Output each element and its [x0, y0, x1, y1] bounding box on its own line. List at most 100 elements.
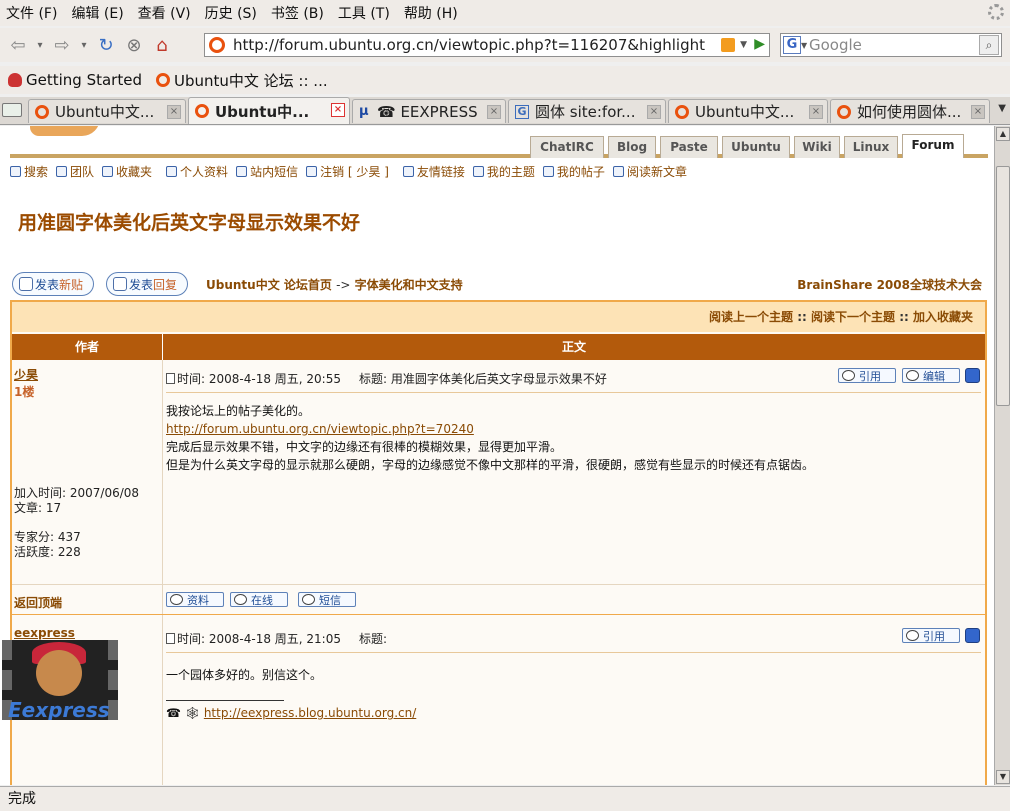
menu-view[interactable]: 查看 (V) — [138, 3, 191, 23]
edit-button[interactable]: 编辑 — [902, 368, 960, 383]
site-tab-chatirc[interactable]: ChatIRC — [530, 136, 604, 158]
menu-edit[interactable]: 编辑 (E) — [71, 3, 123, 23]
search-icon[interactable]: ⌕ — [979, 35, 999, 55]
pm-button[interactable]: 短信 — [298, 592, 356, 607]
breadcrumb-section[interactable]: 字体美化和中文支持 — [355, 278, 463, 292]
nav-search[interactable]: 搜索 — [10, 163, 48, 180]
tab-google-search[interactable]: G 圆体 site:for... × — [508, 99, 666, 123]
add-favorite-link[interactable]: 加入收藏夹 — [913, 310, 973, 324]
body-column-header: 正文 — [162, 334, 985, 360]
avatar-caption: Eexpress — [8, 698, 110, 720]
scroll-up-icon[interactable]: ▲ — [996, 127, 1010, 141]
back-to-top-link[interactable]: 返回顶端 — [14, 594, 62, 611]
nav-my-posts[interactable]: 我的帖子 — [542, 163, 605, 180]
nav-links[interactable]: 友情链接 — [402, 163, 465, 180]
breadcrumb-home[interactable]: Ubuntu中文 论坛首页 — [206, 278, 332, 292]
scroll-thumb[interactable] — [996, 166, 1010, 406]
post-separator — [12, 614, 985, 615]
prev-topic-link[interactable]: 阅读上一个主题 — [709, 310, 793, 324]
post-2-meta: 时间: 2008-4-18 周五, 21:05 标题: — [166, 630, 387, 647]
nav-messages[interactable]: 站内短信 — [236, 163, 298, 180]
nav-favorites[interactable]: 收藏夹 — [102, 163, 152, 180]
logo-swoosh-icon — [30, 126, 100, 136]
topic-navigation: 阅读上一个主题 :: 阅读下一个主题 :: 加入收藏夹 — [12, 302, 985, 332]
ubuntu-icon — [675, 104, 689, 119]
vertical-scrollbar[interactable]: ▲ ▼ — [994, 126, 1010, 785]
site-tab-blog[interactable]: Blog — [608, 136, 656, 158]
close-tab-icon[interactable]: × — [487, 105, 501, 119]
nav-my-topics[interactable]: 我的主题 — [472, 163, 535, 180]
logout-icon — [306, 165, 318, 177]
menu-help[interactable]: 帮助 (H) — [404, 3, 458, 23]
posts-icon — [542, 165, 554, 177]
nav-teams[interactable]: 团队 — [56, 163, 94, 180]
firefox-bookmark-icon — [8, 73, 22, 87]
new-tab-icon[interactable] — [2, 103, 22, 117]
stop-icon[interactable]: ⊗ — [122, 33, 146, 57]
online-button[interactable]: 在线 — [230, 592, 288, 607]
quote-icon — [842, 370, 855, 381]
quote-button[interactable]: 引用 — [838, 368, 896, 383]
nav-profile[interactable]: 个人资料 — [166, 163, 228, 180]
close-tab-icon[interactable]: × — [331, 103, 345, 117]
site-tab-linux[interactable]: Linux — [844, 136, 898, 158]
floor-number: 1楼 — [14, 385, 35, 399]
site-tab-ubuntu[interactable]: Ubuntu — [722, 136, 790, 158]
forward-icon[interactable]: ⇨ — [50, 33, 74, 57]
ip-icon[interactable] — [965, 368, 980, 383]
tab-ubuntu-active[interactable]: Ubuntu中... × — [188, 97, 350, 124]
close-tab-icon[interactable]: × — [809, 105, 823, 119]
author-name-link[interactable]: eexpress — [14, 626, 75, 640]
next-topic-link[interactable]: 阅读下一个主题 — [811, 310, 895, 324]
site-tab-wiki[interactable]: Wiki — [794, 136, 840, 158]
reload-icon[interactable]: ↻ — [94, 33, 118, 57]
bookmark-ubuntu-forum[interactable]: Ubuntu中文 论坛 :: ... — [155, 70, 328, 91]
quote-icon — [906, 630, 919, 641]
site-tab-forum[interactable]: Forum — [902, 134, 964, 158]
tab-list-icon[interactable]: ▼ — [998, 103, 1006, 114]
reply-button[interactable]: 发表 回复 — [106, 272, 188, 296]
nav-new-posts[interactable]: 阅读新文章 — [612, 163, 687, 180]
forward-history-icon[interactable]: ▾ — [78, 33, 90, 57]
menu-tools[interactable]: 工具 (T) — [338, 3, 390, 23]
search-icon — [612, 165, 624, 177]
url-bar[interactable]: http://forum.ubuntu.org.cn/viewtopic.php… — [204, 33, 770, 57]
post-icon — [166, 633, 175, 644]
close-tab-icon[interactable]: × — [167, 105, 181, 119]
rss-feed-icon[interactable] — [721, 38, 735, 52]
post-1-author-info: 加入时间: 2007/06/08 文章: 17 专家分: 437 活跃度: 22… — [14, 486, 140, 559]
close-tab-icon[interactable]: × — [971, 105, 985, 119]
tab-eexpress[interactable]: μ ☎ EEXPRESS × — [352, 99, 506, 123]
go-icon[interactable]: ▶ — [754, 36, 765, 52]
home-icon[interactable]: ⌂ — [150, 33, 174, 57]
signature-link[interactable]: http://eexpress.blog.ubuntu.org.cn/ — [204, 706, 416, 720]
tab-ubuntu-3[interactable]: 如何使用圆体... × — [830, 99, 990, 123]
google-engine-icon[interactable]: G — [783, 36, 801, 54]
ubuntu-icon — [155, 73, 170, 87]
post-divider — [166, 652, 981, 653]
team-icon — [56, 165, 68, 177]
profile-icon — [166, 165, 178, 177]
bookmark-getting-started[interactable]: Getting Started — [8, 71, 142, 89]
ad-link[interactable]: BrainShare 2008全球技术大会 — [797, 276, 982, 293]
tab-ubuntu-1[interactable]: Ubuntu中文... × — [28, 99, 186, 123]
menu-history[interactable]: 历史 (S) — [205, 3, 257, 23]
back-history-icon[interactable]: ▾ — [34, 33, 46, 57]
post-link[interactable]: http://forum.ubuntu.org.cn/viewtopic.php… — [166, 420, 814, 438]
profile-button[interactable]: 资料 — [166, 592, 224, 607]
menu-file[interactable]: 文件 (F) — [6, 3, 57, 23]
nav-logout[interactable]: 注销 [ 少昊 ] — [306, 163, 389, 180]
ip-icon[interactable] — [965, 628, 980, 643]
menu-bookmarks[interactable]: 书签 (B) — [271, 3, 324, 23]
tab-ubuntu-2[interactable]: Ubuntu中文... × — [668, 99, 828, 123]
new-topic-button[interactable]: 发表 新贴 — [12, 272, 94, 296]
url-dropdown-icon[interactable]: ▼ — [740, 40, 747, 50]
site-tab-paste[interactable]: Paste — [660, 136, 718, 158]
quote-button[interactable]: 引用 — [902, 628, 960, 643]
back-icon[interactable]: ⇦ — [6, 33, 30, 57]
scroll-down-icon[interactable]: ▼ — [996, 770, 1010, 784]
search-bar[interactable]: G ▼ Google ⌕ — [780, 33, 1002, 57]
close-tab-icon[interactable]: × — [647, 105, 661, 119]
engine-dropdown-icon[interactable]: ▼ — [801, 41, 807, 50]
author-name-link[interactable]: 少昊 — [14, 366, 38, 383]
